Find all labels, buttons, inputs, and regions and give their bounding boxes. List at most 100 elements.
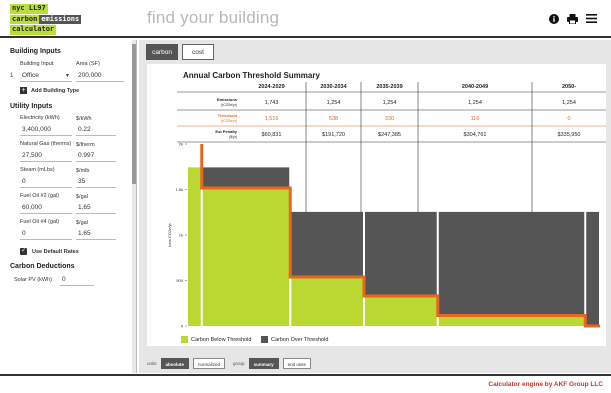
logo-word-calculator: calculator bbox=[10, 25, 57, 35]
footer-credit: Calculator engine by AKF Group LLC bbox=[488, 381, 603, 388]
utility-rate-input[interactable]: 35 bbox=[76, 176, 116, 188]
utility-quantity-input[interactable]: 0 bbox=[20, 228, 72, 240]
logo-line-1: nyc LL97 bbox=[10, 4, 48, 14]
units-label: units bbox=[147, 361, 157, 366]
logo-word-emissions: emissions bbox=[39, 14, 82, 24]
utility-rate-input[interactable]: 0.22 bbox=[76, 124, 116, 136]
app-header: nyc LL97 carbon emissions calculator find… bbox=[0, 0, 611, 38]
bar-below-threshold bbox=[188, 167, 201, 326]
units-normalized-button[interactable]: normalized bbox=[193, 358, 226, 369]
tab-cost[interactable]: cost bbox=[182, 44, 214, 60]
legend-below-label: Carbon Below Threshold bbox=[191, 336, 252, 343]
group-label: group bbox=[233, 361, 245, 366]
period-header: 2030-2034 bbox=[320, 84, 347, 90]
credit-prefix: Calculator engine by bbox=[488, 381, 554, 388]
utility-quantity-input[interactable]: 27,500 bbox=[20, 150, 72, 162]
row-penalty-label: Est Penalty ($/yr) bbox=[177, 129, 237, 140]
tab-carbon[interactable]: carbon bbox=[146, 44, 178, 60]
utility-rate-label: $/therm bbox=[76, 141, 95, 148]
y-tick-label: 1k bbox=[179, 233, 183, 238]
table-cell: $247,385 bbox=[378, 132, 401, 138]
utility-label: Fuel Oil #4 (gal) bbox=[20, 219, 60, 225]
add-building-type-label: Add Building Type bbox=[31, 87, 80, 94]
bar-over-threshold bbox=[202, 167, 290, 189]
bar-below-threshold bbox=[365, 295, 437, 326]
utility-input-group: Fuel Oil #2 (gal) $/gal 60,000 1.65 bbox=[20, 193, 136, 214]
legend-below: Carbon Below Threshold bbox=[181, 336, 251, 343]
utility-quantity-input[interactable]: 3,400,000 bbox=[20, 124, 72, 136]
period-header: 2024-2029 bbox=[258, 84, 285, 90]
bar-below-threshold bbox=[202, 188, 290, 326]
utility-input-group: Steam (mLbs) $/mlb 0 35 bbox=[20, 167, 136, 188]
table-cell: 1,254 bbox=[562, 100, 576, 106]
table-cell: 538 bbox=[328, 116, 339, 122]
sidebar-scrollbar[interactable] bbox=[132, 40, 136, 373]
utility-input-group: Electricity (kWh) $/kWh 3,400,000 0.22 bbox=[20, 115, 136, 136]
utility-quantity-input[interactable]: 60,000 bbox=[20, 202, 72, 214]
bar-below-threshold bbox=[291, 277, 363, 326]
building-type-select[interactable]: Office ▼ bbox=[20, 70, 72, 82]
utility-rate-input[interactable]: 0.997 bbox=[76, 150, 116, 162]
app-footer: Calculator engine by AKF Group LLC bbox=[0, 374, 611, 393]
use-default-rates-checkbox[interactable]: ✓ Use Default Rates bbox=[20, 248, 136, 255]
period-header: 2040-2049 bbox=[461, 84, 489, 90]
y-tick-label: 0 bbox=[181, 324, 184, 329]
table-cell: 330 bbox=[384, 116, 395, 122]
carbon-deductions-heading: Carbon Deductions bbox=[10, 263, 75, 270]
period-header: 2050- bbox=[561, 84, 577, 90]
row-unit-text: (tCO2e/yr) bbox=[221, 103, 237, 107]
akf-group-link[interactable]: AKF Group LLC bbox=[554, 381, 603, 388]
table-cell: $304,761 bbox=[463, 132, 487, 138]
group-end-uses-button[interactable]: end uses bbox=[282, 358, 311, 369]
area-col-label: Area (SF) bbox=[76, 61, 100, 67]
utility-rate-label: $/gal bbox=[76, 193, 88, 200]
app-logo[interactable]: nyc LL97 carbon emissions calculator bbox=[10, 4, 82, 36]
utility-quantity-input[interactable]: 0 bbox=[20, 176, 72, 188]
row-emissions-label: Emissions (tCO2e/yr) bbox=[177, 97, 237, 108]
find-building-prompt[interactable]: find your building bbox=[147, 8, 279, 28]
solar-pv-input[interactable]: 0 bbox=[60, 274, 94, 286]
units-absolute-button[interactable]: absolute bbox=[160, 358, 190, 369]
building-area-input[interactable]: 200,000 bbox=[76, 70, 124, 82]
table-cell: 0 bbox=[567, 116, 571, 122]
bar-below-threshold bbox=[438, 315, 585, 326]
print-icon[interactable] bbox=[567, 13, 578, 24]
row-label-text: Est Penalty bbox=[215, 129, 237, 134]
bar-over-threshold bbox=[291, 211, 363, 278]
table-cell: $191,720 bbox=[322, 132, 345, 138]
group-summary-button[interactable]: summary bbox=[248, 358, 279, 369]
utility-label: Steam (mLbs) bbox=[20, 167, 55, 173]
bar-over-threshold bbox=[365, 211, 437, 296]
utility-rate-input[interactable]: 1.65 bbox=[76, 228, 116, 240]
chevron-down-icon: ▼ bbox=[65, 73, 70, 79]
table-cell: $335,950 bbox=[557, 132, 581, 138]
y-tick-label: 2k bbox=[179, 142, 183, 147]
y-tick-label: 500 bbox=[176, 278, 183, 283]
chart-controls: units absolute normalized group summary … bbox=[147, 358, 311, 369]
use-default-rates-label: Use Default Rates bbox=[32, 248, 79, 255]
add-building-type-button[interactable]: + Add Building Type bbox=[20, 87, 136, 94]
building-type-value: Office bbox=[22, 72, 39, 79]
building-input-col-label: Building Input bbox=[20, 61, 54, 67]
menu-icon[interactable] bbox=[586, 13, 597, 24]
utility-rate-label: $/gal bbox=[76, 219, 88, 226]
utility-rate-input[interactable]: 1.65 bbox=[76, 202, 116, 214]
y-axis-label: tons CO2e/yr bbox=[167, 223, 172, 247]
y-tick-label: 1.5k bbox=[175, 187, 183, 192]
table-cell: 1,743 bbox=[264, 100, 279, 106]
table-cell: 1,254 bbox=[468, 100, 482, 106]
info-icon[interactable] bbox=[548, 13, 559, 24]
utility-inputs-heading: Utility Inputs bbox=[10, 103, 53, 110]
legend-over-label: Carbon Over Threshold bbox=[271, 336, 329, 343]
utility-label: Natural Gas (therms) bbox=[20, 141, 72, 147]
table-cell: $60,831 bbox=[261, 132, 282, 138]
table-cell: 1,516 bbox=[264, 116, 279, 122]
scrollbar-thumb[interactable] bbox=[132, 44, 136, 184]
bar-over-threshold bbox=[438, 211, 585, 316]
row-unit-text: (tCO2e/yr) bbox=[221, 119, 237, 123]
utility-label: Fuel Oil #2 (gal) bbox=[20, 193, 60, 199]
period-header: 2035-2039 bbox=[376, 84, 403, 90]
utility-rate-label: $/mlb bbox=[76, 167, 90, 174]
building-row-index: 1 bbox=[10, 73, 14, 79]
legend-over-swatch bbox=[261, 336, 268, 343]
